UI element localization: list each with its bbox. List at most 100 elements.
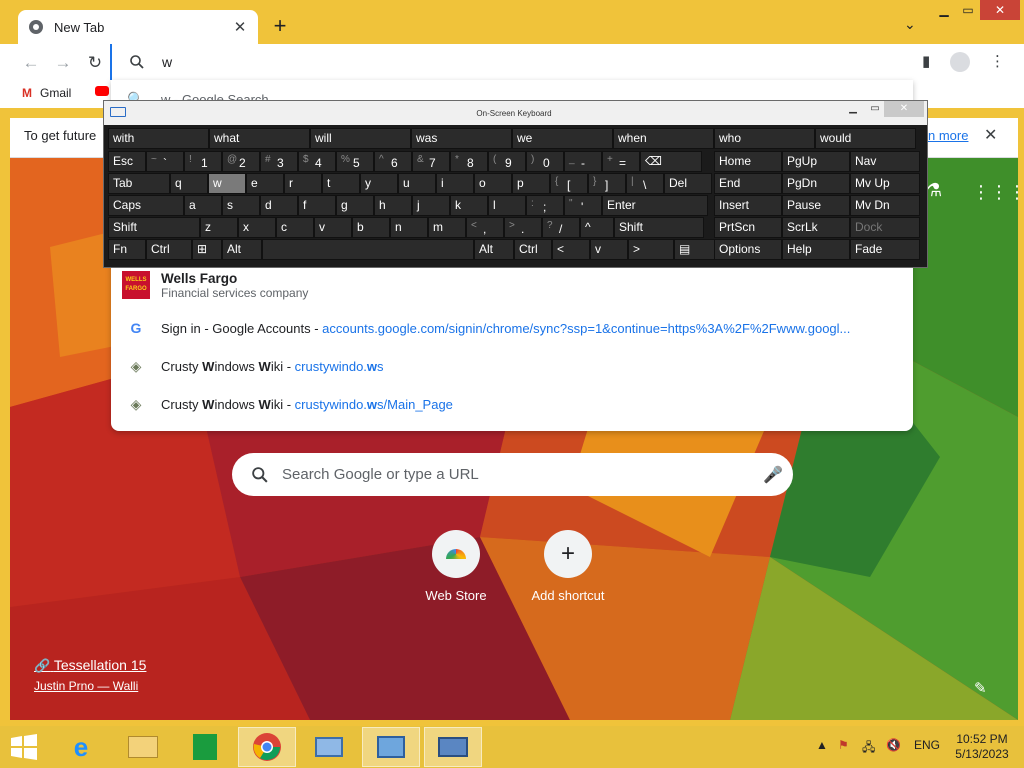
key-row3-7[interactable]: j: [412, 195, 450, 216]
shortcut-web-store[interactable]: Web Store: [406, 530, 506, 603]
key-row5-3[interactable]: Alt: [222, 239, 262, 260]
key-row4-7[interactable]: m: [428, 217, 466, 238]
close-window-button[interactable]: ✕: [980, 0, 1020, 20]
control-panel-icon[interactable]: [362, 727, 420, 767]
remote-desktop-icon[interactable]: [300, 727, 358, 767]
key-row1-4[interactable]: #3: [260, 151, 298, 172]
prediction-would[interactable]: would: [815, 128, 916, 149]
key-nav-mv-dn[interactable]: Mv Dn: [850, 195, 920, 216]
clock[interactable]: 10:52 PM 5/13/2023: [952, 732, 1012, 762]
key-row4-2[interactable]: x: [238, 217, 276, 238]
bookmark-youtube[interactable]: [95, 86, 109, 96]
key-row5-1[interactable]: Ctrl: [146, 239, 192, 260]
key-row5-10[interactable]: ▤: [674, 239, 718, 260]
key-row3-12[interactable]: Enter: [602, 195, 708, 216]
chrome-taskbar-icon[interactable]: [238, 727, 296, 767]
prediction-was[interactable]: was: [411, 128, 512, 149]
key-row2-14[interactable]: Del: [664, 173, 712, 194]
suggestion-crusty-wiki[interactable]: ◈ Crusty Windows Wiki - crustywindo.ws: [111, 347, 913, 385]
key-row1-1[interactable]: ~ `: [146, 151, 184, 172]
maximize-button[interactable]: ▭: [956, 0, 980, 20]
key-nav-pgup[interactable]: PgUp: [782, 151, 850, 172]
file-explorer-icon[interactable]: [114, 727, 172, 767]
osk-minimize-button[interactable]: ▁: [846, 101, 860, 117]
internet-explorer-icon[interactable]: e: [52, 727, 110, 767]
key-row3-9[interactable]: l: [488, 195, 526, 216]
chevron-down-icon[interactable]: ⌄: [904, 16, 916, 33]
action-center-flag-icon[interactable]: ⚑: [838, 738, 849, 752]
network-icon[interactable]: 🖧: [862, 738, 875, 759]
language-indicator[interactable]: ENG: [914, 738, 940, 752]
prediction-what[interactable]: what: [209, 128, 310, 149]
minimize-button[interactable]: ▁: [932, 0, 956, 20]
key-row4-11[interactable]: ^: [580, 217, 614, 238]
key-row1-5[interactable]: $4: [298, 151, 336, 172]
back-arrow-icon[interactable]: ←: [20, 52, 42, 74]
key-row3-6[interactable]: h: [374, 195, 412, 216]
on-screen-keyboard-taskbar-icon[interactable]: [424, 727, 482, 767]
key-row1-9[interactable]: * 8: [450, 151, 488, 172]
key-row1-11[interactable]: ) 0: [526, 151, 564, 172]
key-row2-8[interactable]: i: [436, 173, 474, 194]
suggestion-wells-fargo[interactable]: WELLS FARGO Wells Fargo Financial service…: [111, 263, 913, 307]
key-row3-0[interactable]: Caps: [108, 195, 184, 216]
side-panel-icon[interactable]: ▮: [922, 52, 930, 70]
key-row2-4[interactable]: r: [284, 173, 322, 194]
microphone-icon[interactable]: 🎤: [763, 465, 793, 485]
key-row3-3[interactable]: d: [260, 195, 298, 216]
key-row5-2[interactable]: ⊞: [192, 239, 222, 260]
key-nav-insert[interactable]: Insert: [714, 195, 782, 216]
key-row1-10[interactable]: (9: [488, 151, 526, 172]
suggestion-crusty-wiki-main[interactable]: ◈ Crusty Windows Wiki - crustywindo.ws/M…: [111, 385, 913, 423]
key-space[interactable]: [262, 239, 474, 260]
close-infobar-icon[interactable]: ✕: [984, 125, 997, 145]
key-nav-end[interactable]: End: [714, 173, 782, 194]
key-nav-scrlk[interactable]: ScrLk: [782, 217, 850, 238]
show-hidden-icons-arrow-icon[interactable]: ▲: [816, 738, 828, 752]
osk-maximize-button[interactable]: ▭: [868, 101, 882, 117]
key-w[interactable]: w: [208, 173, 246, 194]
osk-titlebar[interactable]: On-Screen Keyboard ▁ ▭ ✕: [104, 101, 927, 125]
key-row2-1[interactable]: q: [170, 173, 208, 194]
key-row3-4[interactable]: f: [298, 195, 336, 216]
new-tab-button[interactable]: +: [268, 14, 292, 38]
key-row1-2[interactable]: ! 1: [184, 151, 222, 172]
key-row4-3[interactable]: c: [276, 217, 314, 238]
wallpaper-author-link[interactable]: Justin Prno — Walli: [34, 679, 138, 693]
key-row2-5[interactable]: t: [322, 173, 360, 194]
key-row3-5[interactable]: g: [336, 195, 374, 216]
menu-icon[interactable]: ⋮: [990, 52, 1005, 70]
forward-arrow-icon[interactable]: →: [52, 52, 74, 74]
address-bar[interactable]: w: [110, 44, 914, 80]
prediction-who[interactable]: who: [714, 128, 815, 149]
key-row2-7[interactable]: u: [398, 173, 436, 194]
key-row5-9[interactable]: >: [628, 239, 674, 260]
wallpaper-title-link[interactable]: 🔗 Tessellation 15: [34, 657, 146, 674]
key-row1-12[interactable]: _ -: [564, 151, 602, 172]
suggestion-google-accounts[interactable]: G Sign in - Google Accounts - accounts.g…: [111, 309, 913, 347]
key-nav-home[interactable]: Home: [714, 151, 782, 172]
prediction-will[interactable]: will: [310, 128, 411, 149]
volume-muted-icon[interactable]: 🔇: [886, 738, 901, 752]
ntp-search-box[interactable]: Search Google or type a URL 🎤: [232, 453, 793, 496]
key-row1-7[interactable]: ^ 6: [374, 151, 412, 172]
key-row1-8[interactable]: & 7: [412, 151, 450, 172]
key-row5-8[interactable]: v: [590, 239, 628, 260]
key-row4-12[interactable]: Shift: [614, 217, 704, 238]
key-row2-12[interactable]: }]: [588, 173, 626, 194]
key-row5-7[interactable]: <: [552, 239, 590, 260]
key-nav-dock[interactable]: Dock: [850, 217, 920, 238]
key-nav-nav[interactable]: Nav: [850, 151, 920, 172]
key-nav-fade[interactable]: Fade: [850, 239, 920, 260]
key-nav-options[interactable]: Options: [714, 239, 782, 260]
profile-avatar[interactable]: [950, 52, 970, 72]
apps-grid-icon[interactable]: ⋮⋮⋮: [972, 182, 1024, 203]
key-row5-5[interactable]: Alt: [474, 239, 514, 260]
key-row4-10[interactable]: ? /: [542, 217, 580, 238]
prediction-we[interactable]: we: [512, 128, 613, 149]
key-row1-6[interactable]: % 5: [336, 151, 374, 172]
key-row3-10[interactable]: :;: [526, 195, 564, 216]
key-row3-8[interactable]: k: [450, 195, 488, 216]
key-nav-prtscn[interactable]: PrtScn: [714, 217, 782, 238]
key-nav-mv-up[interactable]: Mv Up: [850, 173, 920, 194]
